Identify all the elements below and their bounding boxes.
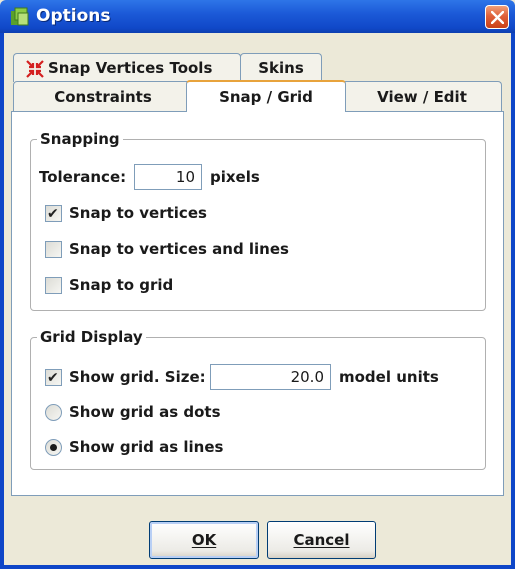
options-dialog: Options Snap Vertices Tools Skins Constr… — [0, 0, 515, 569]
grid-size-input[interactable]: 20.0 — [210, 364, 331, 390]
cancel-button[interactable]: Cancel — [267, 521, 376, 559]
snap-grid-checkbox[interactable] — [45, 277, 62, 294]
close-icon — [491, 11, 504, 24]
snap-grid-panel: Snapping Tolerance: 10 pixels ✔ Snap to … — [11, 111, 504, 496]
tab-constraints[interactable]: Constraints — [13, 81, 193, 111]
tab-snap-grid[interactable]: Snap / Grid — [186, 80, 346, 112]
tab-label: View / Edit — [377, 87, 467, 106]
snapping-group: Snapping Tolerance: 10 pixels ✔ Snap to … — [30, 129, 486, 311]
show-grid-checkbox[interactable]: ✔ — [45, 369, 62, 386]
snap-vertices-lines-label[interactable]: Snap to vertices and lines — [69, 239, 289, 259]
snapping-group-title: Snapping — [37, 129, 123, 149]
window-frame-bottom — [0, 565, 515, 569]
tolerance-unit: pixels — [210, 168, 260, 186]
checkmark-icon: ✔ — [47, 206, 59, 222]
window-title: Options — [36, 6, 111, 26]
tab-label: Snap / Grid — [219, 88, 313, 106]
snap-vertices-checkbox[interactable]: ✔ — [45, 205, 62, 222]
show-grid-label[interactable]: Show grid. Size: — [69, 367, 206, 387]
checkmark-icon: ✔ — [47, 370, 59, 386]
grid-display-group: Grid Display ✔ Show grid. Size: 20.0 mod… — [30, 327, 486, 470]
tab-view-edit[interactable]: View / Edit — [342, 81, 502, 111]
close-button[interactable] — [485, 5, 509, 29]
tab-label: Snap Vertices Tools — [48, 59, 213, 77]
cancel-button-label: Cancel — [293, 531, 350, 549]
tab-skins[interactable]: Skins — [240, 53, 322, 82]
snap-vertices-lines-checkbox[interactable] — [45, 241, 62, 258]
ok-button-label: OK — [191, 531, 217, 549]
ok-button[interactable]: OK — [149, 521, 259, 559]
snap-vertices-label[interactable]: Snap to vertices — [69, 203, 207, 223]
window-frame-left — [0, 33, 4, 569]
tab-label: Constraints — [54, 87, 152, 106]
grid-dots-label[interactable]: Show grid as dots — [69, 402, 221, 422]
snap-vertices-icon — [26, 60, 44, 78]
tab-label: Skins — [258, 59, 304, 77]
options-app-icon — [10, 7, 30, 27]
grid-size-unit: model units — [339, 368, 439, 386]
title-bar[interactable]: Options — [0, 0, 515, 33]
grid-lines-radio[interactable] — [45, 439, 62, 456]
grid-lines-label[interactable]: Show grid as lines — [69, 437, 223, 457]
radio-selected-dot — [50, 444, 57, 451]
tolerance-input[interactable]: 10 — [134, 164, 202, 190]
window-frame-right — [511, 33, 515, 569]
snap-grid-label[interactable]: Snap to grid — [69, 275, 173, 295]
tab-snap-vertices-tools[interactable]: Snap Vertices Tools — [13, 53, 241, 82]
grid-display-group-title: Grid Display — [37, 327, 146, 347]
grid-dots-radio[interactable] — [45, 404, 62, 421]
tolerance-label: Tolerance: — [39, 168, 127, 186]
